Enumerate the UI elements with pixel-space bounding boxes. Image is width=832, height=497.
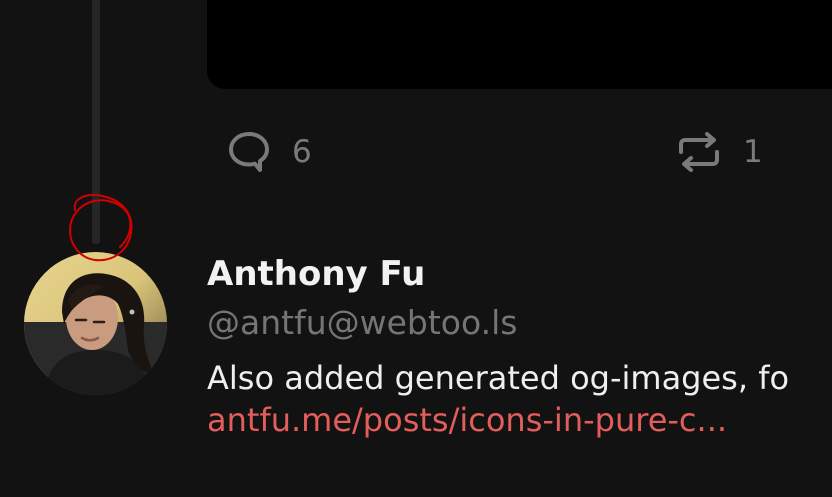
media-preview-card[interactable] [207, 0, 832, 89]
repeat-icon [677, 130, 721, 174]
timeline: 6 1 Anthony Fu @antfu@webtoo.ls Also add… [0, 0, 832, 497]
reply-button[interactable]: 6 [228, 130, 312, 174]
avatar[interactable] [24, 252, 167, 395]
reply-count: 6 [292, 134, 312, 170]
boost-count: 1 [743, 134, 763, 170]
reply-icon [228, 130, 270, 174]
author-display-name[interactable]: Anthony Fu [207, 252, 832, 296]
thread-connector-line [92, 0, 100, 244]
post-content: Anthony Fu @antfu@webtoo.ls Also added g… [207, 252, 832, 441]
author-handle[interactable]: @antfu@webtoo.ls [207, 302, 832, 344]
boost-button[interactable]: 1 [677, 130, 763, 174]
post-link[interactable]: antfu.me/posts/icons-in-pure-c... [207, 399, 727, 441]
post-text: Also added generated og-images, fo [207, 359, 790, 397]
